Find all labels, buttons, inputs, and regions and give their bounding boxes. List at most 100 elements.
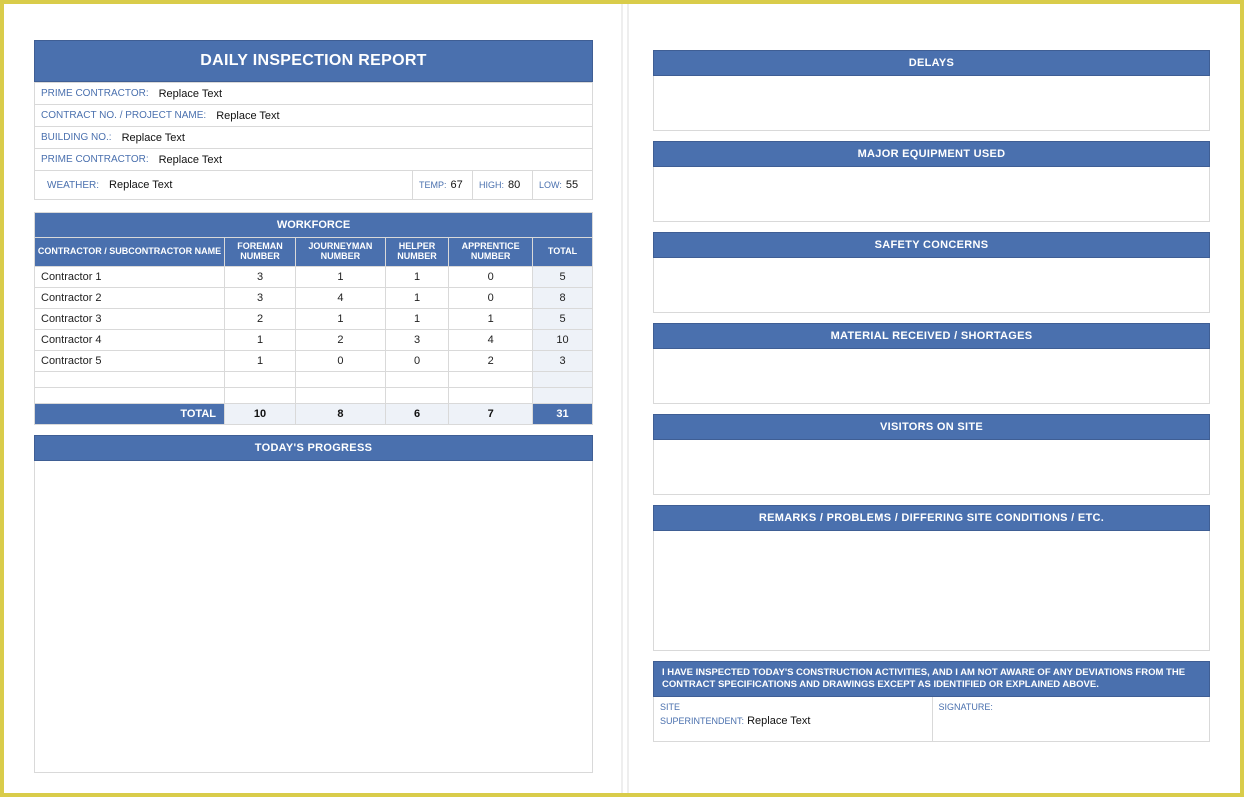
col-foreman: FOREMAN NUMBER xyxy=(225,238,296,267)
table-row[interactable]: Contractor 234108 xyxy=(35,287,593,308)
visitors-body[interactable] xyxy=(653,440,1210,495)
super-label2: SUPERINTENDENT: xyxy=(660,716,744,726)
row-weather[interactable]: WEATHER: Replace Text TEMP: 67 HIGH: 80 … xyxy=(35,170,592,199)
cell-apprentice: 0 xyxy=(449,266,533,287)
cell-journeyman: 0 xyxy=(296,350,386,371)
cell-journeyman: 1 xyxy=(296,266,386,287)
delays-body[interactable] xyxy=(653,76,1210,131)
signature-row: SITE SUPERINTENDENT: Replace Text SIGNAT… xyxy=(653,697,1210,742)
col-total: TOTAL xyxy=(533,238,593,267)
delays-header: DELAYS xyxy=(653,50,1210,76)
cell-helper: 0 xyxy=(385,350,449,371)
cell-journeyman: 1 xyxy=(296,308,386,329)
remarks-header: REMARKS / PROBLEMS / DIFFERING SITE COND… xyxy=(653,505,1210,531)
remarks-body[interactable] xyxy=(653,531,1210,651)
cell-helper: 1 xyxy=(385,287,449,308)
cell-high[interactable]: HIGH: 80 xyxy=(472,171,532,199)
label-building: BUILDING NO.: xyxy=(35,128,118,147)
cell-foreman: 1 xyxy=(225,350,296,371)
superintendent-cell[interactable]: SITE SUPERINTENDENT: Replace Text xyxy=(654,697,932,741)
signature-cell[interactable]: SIGNATURE: xyxy=(932,697,1210,741)
cell-name: Contractor 5 xyxy=(35,350,225,371)
visitors-header: VISITORS ON SITE xyxy=(653,414,1210,440)
cell-temp[interactable]: TEMP: 67 xyxy=(412,171,472,199)
progress-header: TODAY'S PROGRESS xyxy=(34,435,593,461)
section-visitors: VISITORS ON SITE xyxy=(653,414,1210,495)
table-row[interactable]: Contractor 131105 xyxy=(35,266,593,287)
label-low: LOW: xyxy=(539,180,562,190)
total-foreman: 10 xyxy=(225,403,296,424)
col-name: CONTRACTOR / SUBCONTRACTOR NAME xyxy=(35,238,225,267)
table-row-empty[interactable] xyxy=(35,387,593,403)
super-value: Replace Text xyxy=(747,715,810,727)
section-safety: SAFETY CONCERNS xyxy=(653,232,1210,313)
section-equipment: MAJOR EQUIPMENT USED xyxy=(653,141,1210,222)
certification-text: I HAVE INSPECTED TODAY'S CONSTRUCTION AC… xyxy=(653,661,1210,697)
cell-name: Contractor 1 xyxy=(35,266,225,287)
workforce-header: WORKFORCE xyxy=(35,213,593,238)
cell-apprentice: 4 xyxy=(449,329,533,350)
cell-journeyman: 4 xyxy=(296,287,386,308)
info-block: PRIME CONTRACTOR: Replace Text CONTRACT … xyxy=(34,82,593,200)
row-building[interactable]: BUILDING NO.: Replace Text xyxy=(35,126,592,148)
table-row[interactable]: Contractor 510023 xyxy=(35,350,593,371)
label-prime-contractor: PRIME CONTRACTOR: xyxy=(35,84,155,103)
cell-rowtotal: 5 xyxy=(533,266,593,287)
cell-foreman: 2 xyxy=(225,308,296,329)
workforce-table: WORKFORCE CONTRACTOR / SUBCONTRACTOR NAM… xyxy=(34,212,593,425)
cell-rowtotal: 10 xyxy=(533,329,593,350)
value-prime-contractor2: Replace Text xyxy=(155,150,226,170)
cell-rowtotal: 3 xyxy=(533,350,593,371)
value-building: Replace Text xyxy=(118,128,189,148)
cell-foreman: 1 xyxy=(225,329,296,350)
row-contract[interactable]: CONTRACT NO. / PROJECT NAME: Replace Tex… xyxy=(35,104,592,126)
cell-name: Contractor 3 xyxy=(35,308,225,329)
material-header: MATERIAL RECEIVED / SHORTAGES xyxy=(653,323,1210,349)
equipment-header: MAJOR EQUIPMENT USED xyxy=(653,141,1210,167)
cell-helper: 3 xyxy=(385,329,449,350)
value-high: 80 xyxy=(508,179,520,191)
page-right: DELAYS MAJOR EQUIPMENT USED SAFETY CONCE… xyxy=(623,4,1240,793)
progress-body[interactable] xyxy=(34,461,593,773)
material-body[interactable] xyxy=(653,349,1210,404)
cell-name: Contractor 4 xyxy=(35,329,225,350)
section-material: MATERIAL RECEIVED / SHORTAGES xyxy=(653,323,1210,404)
equipment-body[interactable] xyxy=(653,167,1210,222)
label-temp: TEMP: xyxy=(419,180,447,190)
cell-low[interactable]: LOW: 55 xyxy=(532,171,592,199)
section-progress: TODAY'S PROGRESS xyxy=(34,435,593,773)
cell-name: Contractor 2 xyxy=(35,287,225,308)
section-remarks: REMARKS / PROBLEMS / DIFFERING SITE COND… xyxy=(653,505,1210,651)
total-apprentice: 7 xyxy=(449,403,533,424)
safety-header: SAFETY CONCERNS xyxy=(653,232,1210,258)
super-label1: SITE xyxy=(660,702,926,713)
label-contract: CONTRACT NO. / PROJECT NAME: xyxy=(35,106,212,125)
cell-foreman: 3 xyxy=(225,266,296,287)
col-apprentice: APPRENTICE NUMBER xyxy=(449,238,533,267)
safety-body[interactable] xyxy=(653,258,1210,313)
table-row[interactable]: Contractor 321115 xyxy=(35,308,593,329)
label-high: HIGH: xyxy=(479,180,504,190)
table-row[interactable]: Contractor 4123410 xyxy=(35,329,593,350)
page-left: DAILY INSPECTION REPORT PRIME CONTRACTOR… xyxy=(4,4,623,793)
cell-rowtotal: 5 xyxy=(533,308,593,329)
value-weather: Replace Text xyxy=(105,175,176,195)
label-prime-contractor2: PRIME CONTRACTOR: xyxy=(35,150,155,169)
cell-apprentice: 1 xyxy=(449,308,533,329)
row-prime-contractor[interactable]: PRIME CONTRACTOR: Replace Text xyxy=(35,82,592,104)
total-grand: 31 xyxy=(533,403,593,424)
value-temp: 67 xyxy=(451,179,463,191)
col-journeyman: JOURNEYMAN NUMBER xyxy=(296,238,386,267)
cell-apprentice: 2 xyxy=(449,350,533,371)
report-title: DAILY INSPECTION REPORT xyxy=(34,40,593,82)
table-row-empty[interactable] xyxy=(35,371,593,387)
col-helper: HELPER NUMBER xyxy=(385,238,449,267)
section-delays: DELAYS xyxy=(653,50,1210,131)
total-journeyman: 8 xyxy=(296,403,386,424)
row-prime-contractor2[interactable]: PRIME CONTRACTOR: Replace Text xyxy=(35,148,592,170)
value-contract: Replace Text xyxy=(212,106,283,126)
totals-label: TOTAL xyxy=(35,403,225,424)
value-prime-contractor: Replace Text xyxy=(155,84,226,104)
cell-rowtotal: 8 xyxy=(533,287,593,308)
label-weather: WEATHER: xyxy=(41,176,105,195)
